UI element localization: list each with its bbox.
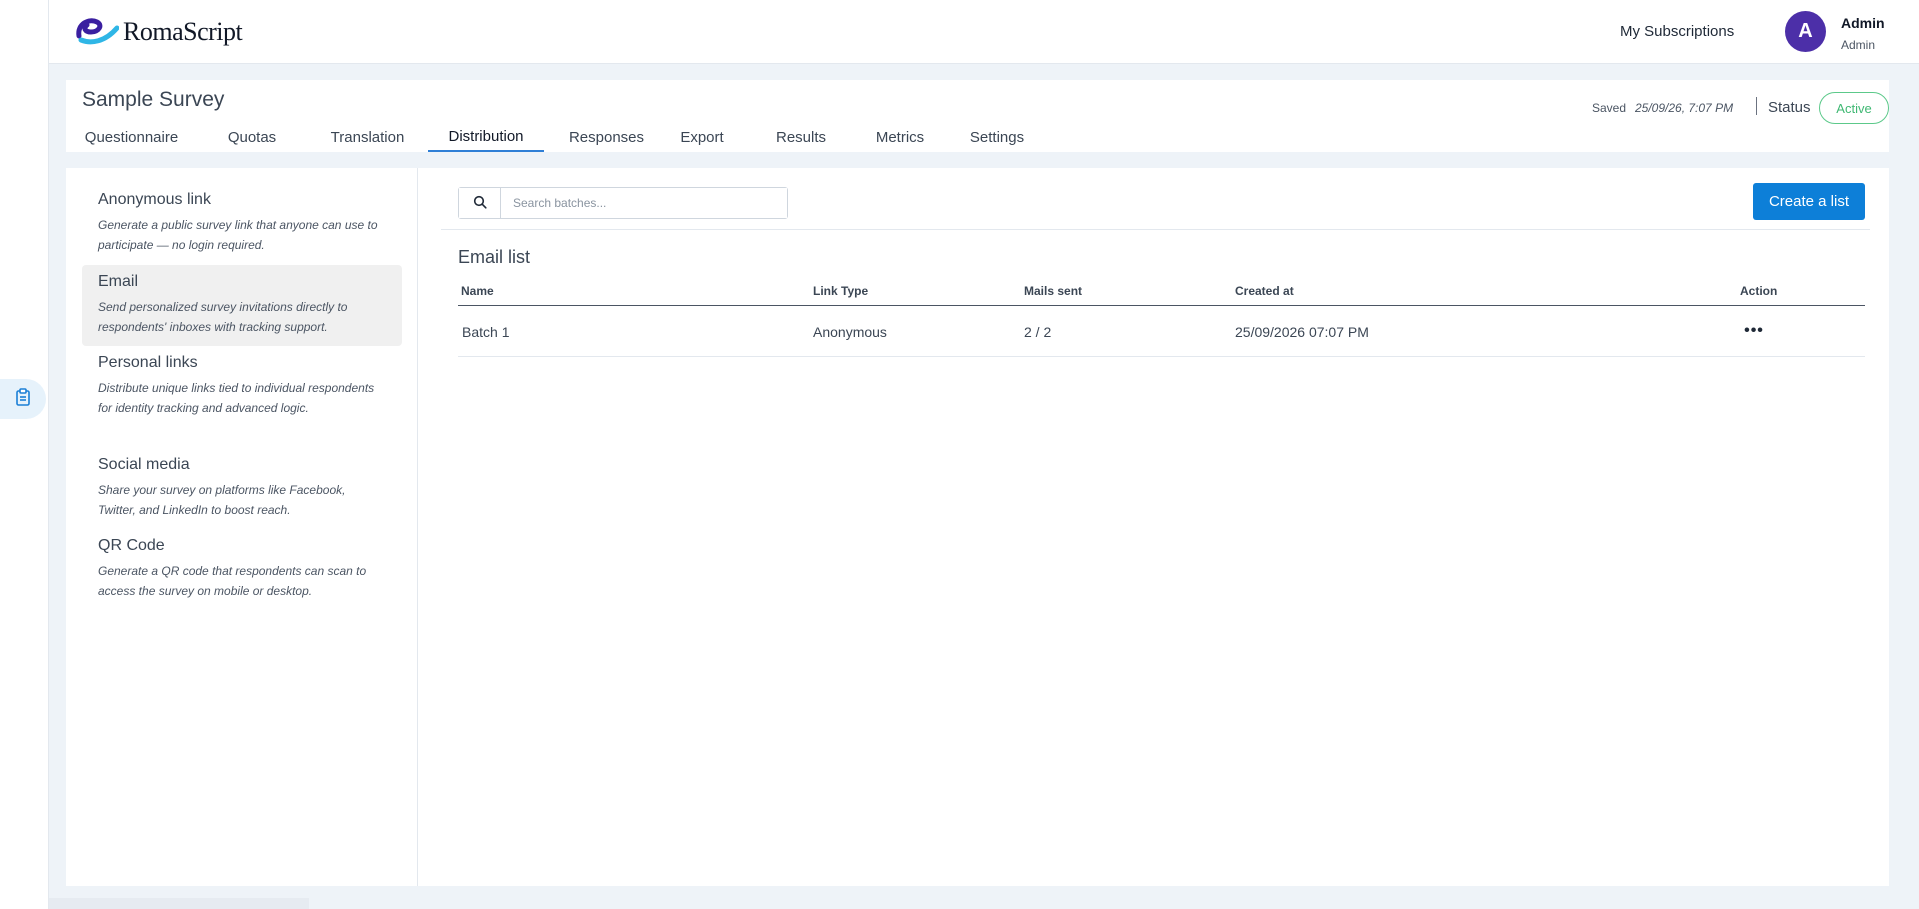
saved-label: Saved bbox=[1592, 101, 1627, 115]
top-bar: RomaScript My Subscriptions A Admin Admi… bbox=[49, 0, 1919, 64]
search-icon bbox=[473, 195, 487, 212]
tab-export[interactable]: Export bbox=[672, 122, 732, 152]
sidebar-item-personal-links[interactable]: Personal links Distribute unique links t… bbox=[82, 346, 402, 426]
email-list-content: Create a list Email list Name Link Type … bbox=[419, 168, 1889, 886]
status-badge[interactable]: Active bbox=[1819, 92, 1889, 124]
my-subscriptions-link[interactable]: My Subscriptions bbox=[1620, 23, 1734, 40]
page-title: Sample Survey bbox=[82, 88, 225, 111]
sidebar-item-title: QR Code bbox=[98, 537, 165, 554]
user-role: Admin bbox=[1841, 38, 1876, 52]
table-row[interactable]: Batch 1 Anonymous 2 / 2 25/09/2026 07:07… bbox=[458, 306, 1865, 357]
bottom-strip bbox=[49, 898, 309, 909]
survey-header: Sample Survey Questionnaire Quotas Trans… bbox=[66, 80, 1889, 152]
tab-metrics[interactable]: Metrics bbox=[865, 122, 935, 152]
email-list-table: Name Link Type Mails sent Created at Act… bbox=[458, 274, 1865, 357]
logo-mark-icon bbox=[75, 14, 120, 51]
column-header-action: Action bbox=[1740, 284, 1778, 298]
tab-results[interactable]: Results bbox=[768, 122, 834, 152]
tab-translation[interactable]: Translation bbox=[322, 122, 413, 152]
sidebar-item-qr-code[interactable]: QR Code Generate a QR code that responde… bbox=[82, 529, 402, 609]
brand-logo[interactable]: RomaScript bbox=[75, 14, 243, 51]
sidebar-item-desc: Send personalized survey invitations dir… bbox=[98, 300, 348, 334]
sidebar-item-desc: Distribute unique links tied to individu… bbox=[98, 381, 375, 415]
header-divider bbox=[1756, 97, 1757, 115]
cell-link-type: Anonymous bbox=[813, 324, 887, 340]
cell-mails-sent: 2 / 2 bbox=[1024, 324, 1052, 340]
sidebar-item-social-media[interactable]: Social media Share your survey on platfo… bbox=[82, 448, 402, 528]
user-name: Admin bbox=[1841, 15, 1885, 31]
email-list-title: Email list bbox=[458, 247, 531, 267]
cell-created-at: 25/09/2026 07:07 PM bbox=[1235, 324, 1369, 340]
sidebar-item-title: Social media bbox=[98, 456, 190, 473]
tab-settings[interactable]: Settings bbox=[962, 122, 1032, 152]
column-header-created-at[interactable]: Created at bbox=[1235, 284, 1294, 298]
more-horizontal-icon[interactable]: ••• bbox=[1741, 322, 1767, 340]
search-input[interactable] bbox=[501, 188, 787, 218]
avatar[interactable]: A bbox=[1785, 11, 1826, 52]
tab-distribution[interactable]: Distribution bbox=[428, 122, 544, 152]
sidebar-item-email[interactable]: Email Send personalized survey invitatio… bbox=[82, 265, 402, 346]
saved-timestamp: 25/09/26, 7:07 PM bbox=[1635, 101, 1734, 115]
clipboard-icon bbox=[15, 387, 31, 411]
tab-responses[interactable]: Responses bbox=[564, 122, 649, 152]
table-header: Name Link Type Mails sent Created at Act… bbox=[458, 274, 1865, 306]
sidebar-item-title: Anonymous link bbox=[98, 191, 211, 208]
distribution-panel: Anonymous link Generate a public survey … bbox=[66, 168, 1889, 886]
sidebar-item-desc: Share your survey on platforms like Face… bbox=[98, 483, 346, 517]
column-header-mails-sent[interactable]: Mails sent bbox=[1024, 284, 1082, 298]
brand-name: RomaScript bbox=[123, 17, 243, 46]
sidebar-item-anonymous-link[interactable]: Anonymous link Generate a public survey … bbox=[82, 183, 402, 263]
sidebar-item-title: Email bbox=[98, 273, 139, 290]
rail-item-surveys[interactable] bbox=[0, 379, 46, 419]
column-header-link-type[interactable]: Link Type bbox=[813, 284, 868, 298]
sidebar-item-title: Personal links bbox=[98, 354, 198, 371]
search-button[interactable] bbox=[459, 188, 501, 218]
sidebar-item-desc: Generate a QR code that respondents can … bbox=[98, 564, 367, 598]
distribution-sidebar: Anonymous link Generate a public survey … bbox=[66, 168, 418, 886]
tab-questionnaire[interactable]: Questionnaire bbox=[81, 122, 182, 152]
left-rail bbox=[0, 0, 49, 909]
column-header-name[interactable]: Name bbox=[461, 284, 494, 298]
tab-quotas[interactable]: Quotas bbox=[217, 122, 287, 152]
search-batches bbox=[458, 187, 788, 219]
status-label: Status bbox=[1768, 99, 1811, 116]
create-list-button[interactable]: Create a list bbox=[1753, 183, 1865, 220]
sidebar-item-desc: Generate a public survey link that anyon… bbox=[98, 218, 378, 252]
content-divider bbox=[441, 229, 1870, 230]
cell-name: Batch 1 bbox=[462, 324, 510, 340]
